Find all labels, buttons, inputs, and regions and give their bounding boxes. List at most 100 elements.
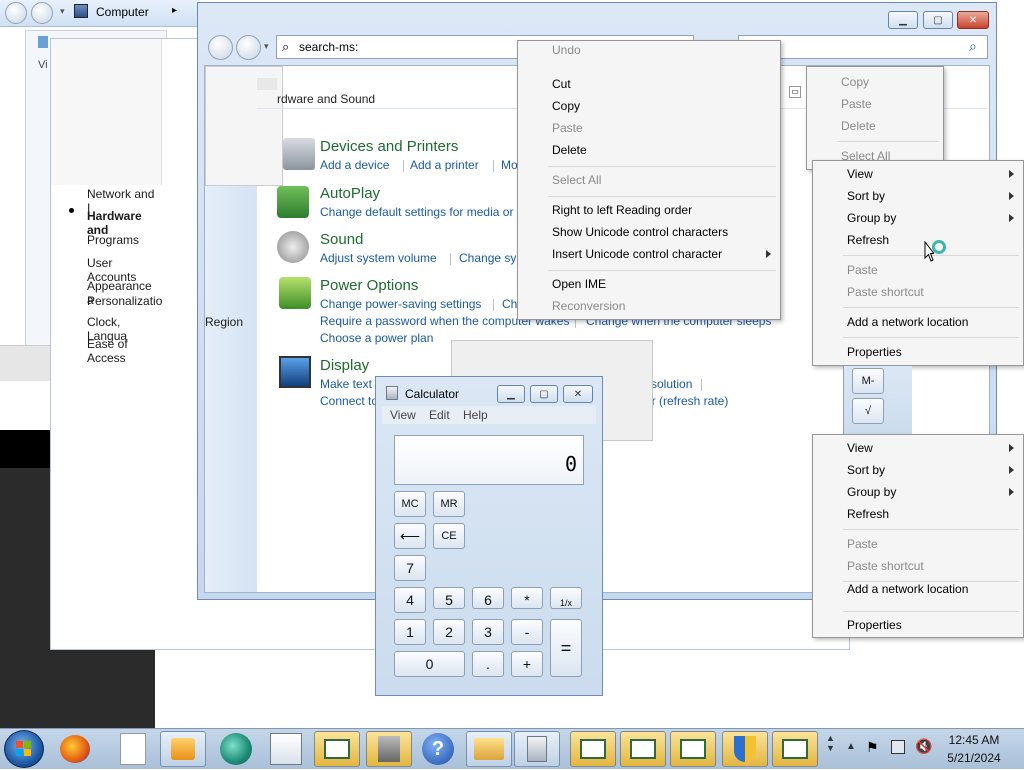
devices-printers-title[interactable]: Devices and Printers	[320, 138, 458, 155]
menu-group-by[interactable]: Group by	[847, 207, 896, 229]
forward-button[interactable]	[236, 35, 261, 60]
chart-tool-icon[interactable]	[270, 733, 302, 765]
chevron-right-icon[interactable]: ▸	[172, 5, 177, 16]
power-options-title[interactable]: Power Options	[320, 277, 418, 294]
show-hidden-icons-icon[interactable]: ▲	[846, 741, 856, 752]
menu-add-network-location[interactable]: Add a network location	[847, 583, 968, 595]
taskbar-scroll-up-icon[interactable]: ▲ ▼	[826, 733, 835, 753]
sound-title[interactable]: Sound	[320, 231, 363, 248]
menu-paste[interactable]: Paste	[847, 259, 878, 281]
taskbar-control-panel-1[interactable]	[314, 731, 360, 767]
equals-button[interactable]: =	[550, 619, 582, 677]
small-menu-paste[interactable]: Paste	[841, 93, 872, 115]
help-icon[interactable]: ?	[422, 733, 454, 765]
breadcrumb-computer[interactable]: Computer	[96, 5, 149, 19]
taskbar-calculator[interactable]	[514, 731, 560, 767]
menu-group-by[interactable]: Group by	[847, 481, 896, 503]
menu-delete[interactable]: Delete	[552, 139, 587, 161]
autoplay-title[interactable]: AutoPlay	[320, 185, 380, 202]
connect-projector-link[interactable]: Connect to	[320, 394, 378, 408]
taskbar-window-3[interactable]	[620, 731, 666, 767]
breadcrumb[interactable]: rdware and Sound	[277, 92, 375, 106]
taskbar-security[interactable]	[722, 731, 768, 767]
network-icon[interactable]	[891, 740, 905, 754]
power-saving-link[interactable]: Change power-saving settings	[320, 297, 481, 311]
firefox-icon[interactable]	[60, 735, 90, 763]
zero-button[interactable]: 0	[394, 651, 465, 677]
five-button[interactable]: 5	[433, 587, 465, 609]
more-link[interactable]: Mo	[501, 158, 518, 172]
chevron-down-icon[interactable]: ▾	[60, 6, 65, 17]
calc-menu-help[interactable]: Help	[463, 408, 488, 422]
six-button[interactable]: 6	[472, 587, 504, 609]
autoplay-defaults-link[interactable]: Change default settings for media or	[320, 205, 513, 219]
three-button[interactable]: 3	[472, 619, 504, 645]
back-button[interactable]	[208, 35, 233, 60]
nav-programs[interactable]: Programs	[87, 233, 139, 247]
clock-date[interactable]: 5/21/2024	[944, 751, 1004, 765]
menu-refresh[interactable]: Refresh	[847, 503, 889, 525]
menu-sort-by[interactable]: Sort by	[847, 185, 885, 207]
add-device-link[interactable]: Add a device	[320, 158, 389, 172]
nav-ease-of-access[interactable]: Ease of Access	[87, 337, 161, 365]
minimize-button[interactable]: ▁	[888, 11, 918, 29]
add-printer-link[interactable]: Add a printer	[410, 158, 479, 172]
m-minus-button[interactable]: M-	[852, 368, 884, 394]
restore-icon[interactable]: ▭	[789, 86, 801, 98]
backspace-button[interactable]: ⟵	[394, 523, 426, 549]
notepad-document-icon[interactable]	[120, 733, 146, 765]
ce-button[interactable]: CE	[433, 523, 465, 549]
taskbar-window-5[interactable]	[772, 731, 818, 767]
small-menu-delete[interactable]: Delete	[841, 115, 876, 137]
refresh-rate-link[interactable]: er (refresh rate)	[645, 394, 728, 408]
menu-undo[interactable]: Undo	[552, 43, 581, 57]
seven-button[interactable]: 7	[394, 555, 426, 581]
menu-view[interactable]: View	[847, 437, 873, 459]
taskbar-window-4[interactable]	[670, 731, 716, 767]
menu-paste[interactable]: Paste	[847, 533, 878, 555]
taskbar-server-manager[interactable]	[366, 731, 412, 767]
plus-button[interactable]: +	[511, 651, 543, 677]
menu-select-all[interactable]: Select All	[552, 169, 601, 191]
adjust-volume-link[interactable]: Adjust system volume	[320, 251, 437, 265]
mr-button[interactable]: MR	[433, 491, 465, 517]
make-text-link[interactable]: Make text	[320, 377, 372, 391]
menu-reconversion[interactable]: Reconversion	[552, 295, 625, 317]
sqrt-button[interactable]: √	[852, 398, 884, 424]
chevron-down-icon[interactable]: ▾	[264, 41, 269, 52]
menu-paste-shortcut[interactable]: Paste shortcut	[847, 281, 924, 303]
menu-paste-shortcut[interactable]: Paste shortcut	[847, 555, 924, 577]
nav-region[interactable]: Region	[205, 315, 243, 329]
forward-button[interactable]	[31, 2, 53, 24]
taskbar-explorer[interactable]	[466, 731, 512, 767]
change-sounds-link[interactable]: Change sys	[459, 251, 522, 265]
menu-copy[interactable]: Copy	[552, 95, 580, 117]
clock-time[interactable]: 12:45 AM	[944, 733, 1004, 747]
address-text[interactable]: search-ms:	[299, 40, 358, 54]
two-button[interactable]: 2	[433, 619, 465, 645]
app-sphere-icon[interactable]	[220, 733, 252, 765]
back-button[interactable]	[5, 2, 27, 24]
calc-maximize-button[interactable]: ▢	[530, 385, 558, 403]
search-icon[interactable]: ⌕	[969, 38, 977, 55]
taskbar-window-2[interactable]	[570, 731, 616, 767]
choose-power-plan-link[interactable]: Choose a power plan	[320, 331, 433, 345]
calc-minimize-button[interactable]: ▁	[497, 385, 525, 403]
menu-insert-unicode[interactable]: Insert Unicode control character	[552, 243, 722, 265]
screen-resolution-link[interactable]: solution	[651, 377, 692, 391]
menu-rtl-reading[interactable]: Right to left Reading order	[552, 199, 692, 221]
menu-add-network-location[interactable]: Add a network location	[847, 311, 968, 333]
menu-refresh[interactable]: Refresh	[847, 229, 889, 251]
display-title[interactable]: Display	[320, 357, 369, 374]
mc-button[interactable]: MC	[394, 491, 426, 517]
menu-properties[interactable]: Properties	[847, 614, 902, 636]
calc-close-button[interactable]: ✕	[563, 385, 593, 403]
decimal-button[interactable]: .	[472, 651, 504, 677]
calc-menu-edit[interactable]: Edit	[429, 408, 450, 422]
taskbar-media-player[interactable]	[160, 731, 206, 767]
menu-show-unicode[interactable]: Show Unicode control characters	[552, 221, 728, 243]
menu-paste[interactable]: Paste	[552, 117, 583, 139]
nav-personalization[interactable]: Personalizatio	[87, 294, 162, 308]
menu-open-ime[interactable]: Open IME	[552, 273, 606, 295]
start-button[interactable]	[4, 730, 44, 768]
